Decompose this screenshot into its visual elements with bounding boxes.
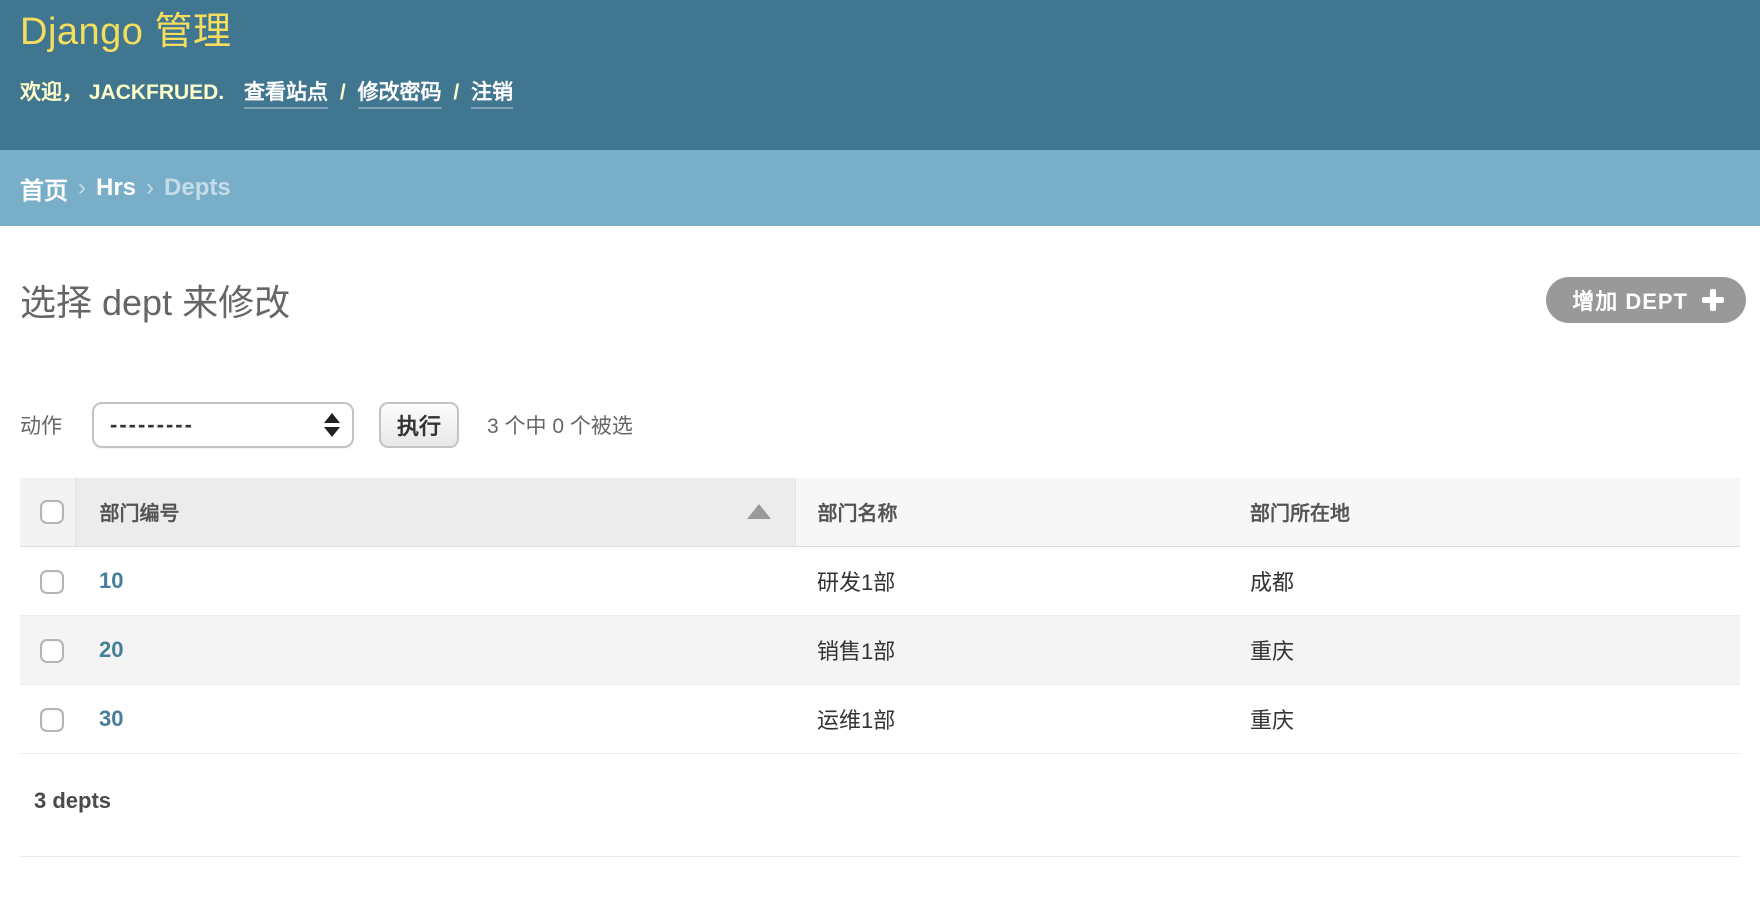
table-header-row: 部门编号 部门名称 部门所在地 xyxy=(20,478,1740,546)
dept-no-cell: 20 xyxy=(75,615,795,684)
logout-link[interactable]: 注销 xyxy=(471,81,513,109)
row-checkbox[interactable] xyxy=(40,570,64,594)
selection-counter: 3 个中 0 个被选 xyxy=(487,410,633,440)
page: { "header": { "site_title": "Django 管理",… xyxy=(0,0,1760,900)
dept-name-cell: 运维1部 xyxy=(795,684,1228,753)
action-label: 动作 xyxy=(20,410,62,440)
dept-name-cell: 销售1部 xyxy=(795,615,1228,684)
sort-ascending-icon[interactable] xyxy=(747,504,771,519)
dept-no-cell: 30 xyxy=(75,684,795,753)
dept-no-cell: 10 xyxy=(75,546,795,615)
breadcrumb-current: Depts xyxy=(164,174,231,202)
welcome-text: 欢迎， JACKFRUED. xyxy=(20,81,224,104)
table-row: 30 运维1部 重庆 xyxy=(20,684,1740,753)
go-button[interactable]: 执行 xyxy=(379,402,459,448)
column-header-dept-no[interactable]: 部门编号 xyxy=(75,478,795,546)
table-row: 10 研发1部 成都 xyxy=(20,546,1740,615)
table-body: 10 研发1部 成都 20 销售1部 重庆 30 运维1部 重庆 xyxy=(20,546,1740,753)
link-separator: / xyxy=(453,81,459,104)
dept-location-cell: 重庆 xyxy=(1228,684,1740,753)
column-header-dept-name[interactable]: 部门名称 xyxy=(795,478,1228,546)
action-select[interactable]: --------- xyxy=(92,402,354,448)
column-header-dept-location[interactable]: 部门所在地 xyxy=(1228,478,1740,546)
table-row: 20 销售1部 重庆 xyxy=(20,615,1740,684)
dept-location-cell: 成都 xyxy=(1228,546,1740,615)
dept-table: 部门编号 部门名称 部门所在地 10 研发1部 成都 xyxy=(20,478,1740,754)
breadcrumb: 首页 › Hrs › Depts xyxy=(0,150,1760,226)
dept-location-cell: 重庆 xyxy=(1228,615,1740,684)
dept-no-link[interactable]: 10 xyxy=(99,568,123,593)
actions-bar: 动作 --------- 执行 3 个中 0 个被选 xyxy=(20,402,1740,448)
row-checkbox-cell xyxy=(20,615,75,684)
username: JACKFRUED. xyxy=(89,81,224,104)
user-tools: 欢迎， JACKFRUED. 查看站点 / 修改密码 / 注销 xyxy=(20,76,1740,106)
plus-icon xyxy=(1702,289,1724,311)
breadcrumb-separator: › xyxy=(146,174,154,202)
breadcrumb-hrs-link[interactable]: Hrs xyxy=(96,174,136,202)
breadcrumb-home-link[interactable]: 首页 xyxy=(20,171,68,206)
paginator: 3 depts xyxy=(20,754,1740,857)
welcome-prefix: 欢迎， xyxy=(20,81,83,104)
row-checkbox[interactable] xyxy=(40,708,64,732)
page-title: 选择 dept 来修改 xyxy=(20,274,290,326)
admin-header: Django 管理 欢迎， JACKFRUED. 查看站点 / 修改密码 / 注… xyxy=(0,0,1760,150)
column-header-dept-no-label: 部门编号 xyxy=(100,497,180,526)
column-header-dept-name-label: 部门名称 xyxy=(818,503,898,525)
select-all-header-cell xyxy=(20,478,75,546)
row-checkbox[interactable] xyxy=(40,639,64,663)
link-separator: / xyxy=(340,81,346,104)
up-down-arrows-icon xyxy=(324,413,340,437)
select-all-checkbox[interactable] xyxy=(40,500,64,524)
add-dept-button[interactable]: 增加 DEPT xyxy=(1546,277,1746,323)
row-checkbox-cell xyxy=(20,546,75,615)
add-dept-button-label: 增加 DEPT xyxy=(1572,284,1688,316)
change-password-link[interactable]: 修改密码 xyxy=(358,81,442,109)
dept-no-link[interactable]: 30 xyxy=(99,706,123,731)
content: 选择 dept 来修改 增加 DEPT 动作 --------- 执行 3 个中… xyxy=(0,274,1760,857)
view-site-link[interactable]: 查看站点 xyxy=(244,81,328,109)
table-header: 部门编号 部门名称 部门所在地 xyxy=(20,478,1740,546)
content-header: 选择 dept 来修改 增加 DEPT xyxy=(20,274,1740,326)
dept-name-cell: 研发1部 xyxy=(795,546,1228,615)
breadcrumb-separator: › xyxy=(78,174,86,202)
site-title[interactable]: Django 管理 xyxy=(20,10,1740,56)
action-select-value: --------- xyxy=(110,412,194,438)
column-header-dept-location-label: 部门所在地 xyxy=(1250,503,1350,525)
dept-no-link[interactable]: 20 xyxy=(99,637,123,662)
row-checkbox-cell xyxy=(20,684,75,753)
